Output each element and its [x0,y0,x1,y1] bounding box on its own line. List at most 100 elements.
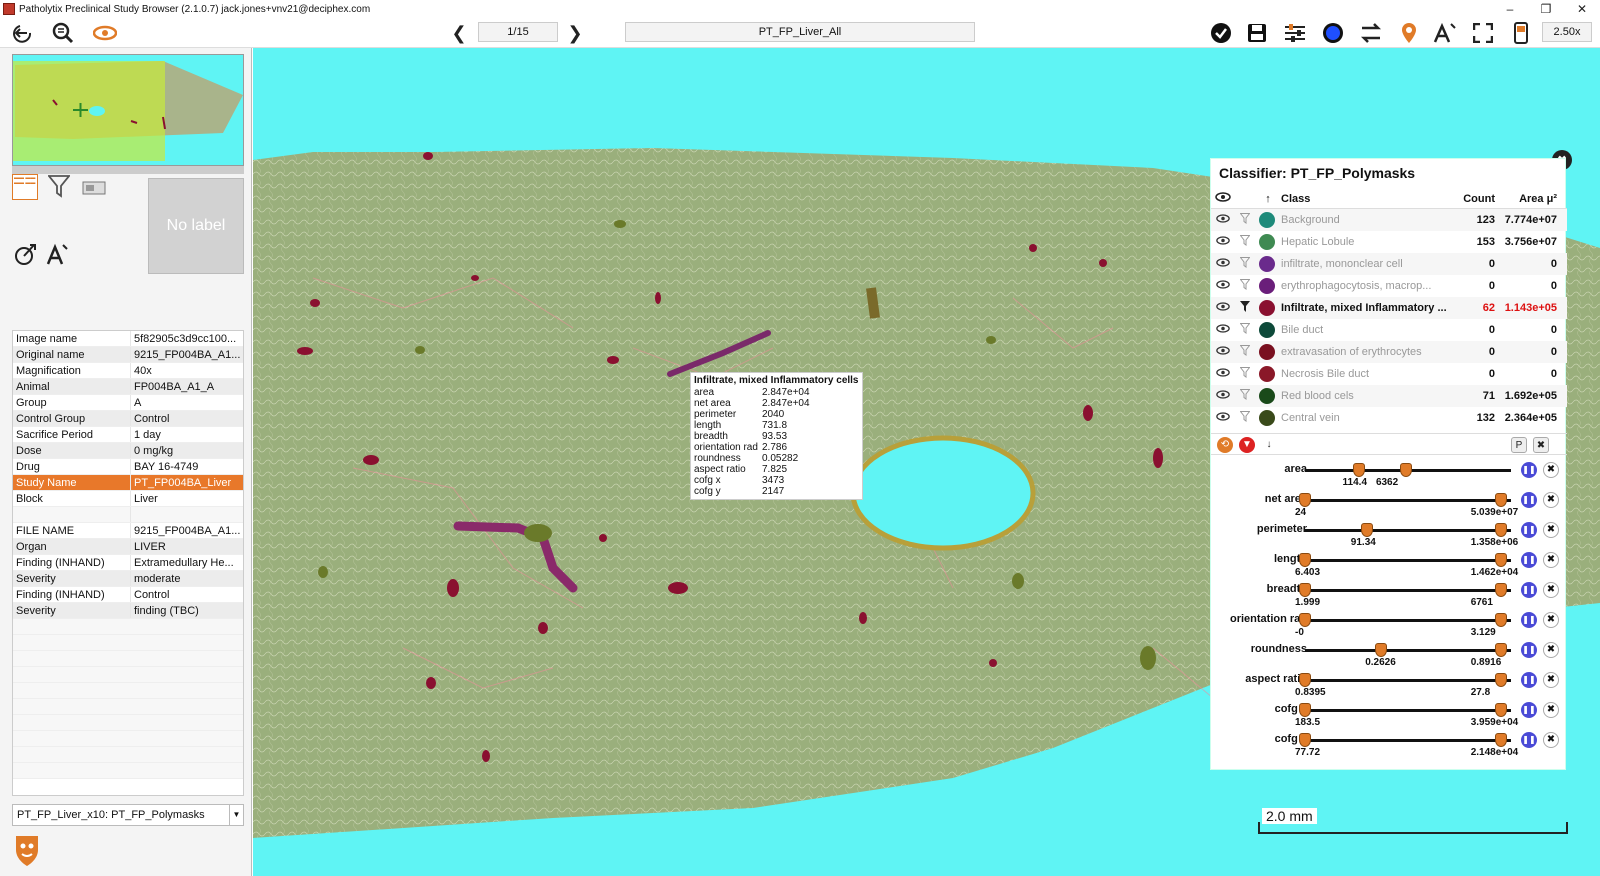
class-row[interactable]: erythrophagocytosis, macrop... 0 0 [1211,275,1567,297]
class-color-swatch[interactable] [1259,322,1275,338]
slide-overview-map[interactable] [12,54,244,166]
color-dot-icon[interactable] [1320,21,1346,45]
pause-filter-icon[interactable]: ❚❚ [1521,732,1537,748]
class-color-swatch[interactable] [1259,410,1275,426]
class-row[interactable]: Central vein 132 2.364e+05 [1211,407,1567,429]
image-list-icon[interactable]: ▬▬ ▬▬ ▬▬ ▬▬ [12,174,38,200]
metadata-row[interactable]: FILE NAME 9215_FP004BA_A1... [13,523,243,539]
area-column-header[interactable]: Area μ² [1495,193,1557,205]
metadata-row[interactable]: Finding (INHAND) Extramedullary He... [13,555,243,571]
class-filter-icon[interactable] [1235,213,1255,227]
active-filter-icon[interactable]: ▼ [1239,437,1255,453]
filter-min-handle[interactable] [1360,523,1373,537]
fullscreen-icon[interactable] [1470,21,1496,45]
remove-filter-icon[interactable]: ✖ [1543,672,1559,688]
zoom-fit-icon[interactable] [50,21,76,45]
save-icon[interactable] [1244,21,1270,45]
overview-scroll-strip[interactable] [12,166,244,174]
class-color-swatch[interactable] [1259,344,1275,360]
pause-filter-icon[interactable]: ❚❚ [1521,642,1537,658]
ai-annotate-icon[interactable] [1432,21,1458,45]
minimize-button[interactable]: – [1492,2,1528,16]
filter-slider-track[interactable] [1305,739,1511,742]
visibility-eye-icon[interactable] [1211,346,1235,358]
filter-min-handle[interactable] [1299,583,1311,597]
remove-filter-icon[interactable]: ✖ [1543,582,1559,598]
class-filter-icon[interactable] [1235,279,1255,293]
remove-filter-icon[interactable]: ✖ [1543,492,1559,508]
zoom-level-field[interactable]: 2.50x [1542,22,1592,42]
location-pin-icon[interactable] [1396,21,1422,45]
pause-filter-icon[interactable]: ❚❚ [1521,672,1537,688]
filter-max-handle[interactable] [1494,613,1507,627]
class-row[interactable]: Background 123 7.774e+07 [1211,209,1567,231]
classifier-dropdown[interactable]: PT_FP_Liver_x10: PT_FP_Polymasks ▼ [12,804,244,826]
visibility-eye-icon[interactable] [1211,390,1235,402]
pin-panel-button[interactable]: P [1511,437,1527,453]
filter-max-handle[interactable] [1494,703,1507,717]
logout-icon[interactable] [10,21,36,45]
metadata-row[interactable]: Severity moderate [13,571,243,587]
ai-tool-icon[interactable] [46,242,70,272]
class-color-swatch[interactable] [1259,366,1275,382]
image-pager[interactable]: 1/15 [478,22,558,42]
class-row[interactable]: Necrosis Bile duct 0 0 [1211,363,1567,385]
filter-min-handle[interactable] [1299,553,1311,567]
remove-filter-icon[interactable]: ✖ [1543,702,1559,718]
class-color-swatch[interactable] [1259,300,1275,316]
pause-filter-icon[interactable]: ❚❚ [1521,582,1537,598]
visibility-eye-icon[interactable] [1211,236,1235,248]
slide-label-icon[interactable] [82,178,106,201]
visibility-eye-icon[interactable] [1211,302,1235,314]
metadata-row[interactable]: Original name 9215_FP004BA_A1... [13,347,243,363]
filter-max-handle[interactable] [1494,583,1507,597]
filter-min-handle[interactable] [1299,703,1311,717]
clear-filters-button[interactable]: ✖ [1533,437,1549,453]
reset-icon[interactable]: ⟲ [1217,437,1233,453]
count-column-header[interactable]: Count [1455,193,1495,205]
metadata-row[interactable] [13,507,243,523]
eye-toggle-icon[interactable] [92,21,118,45]
filter-slider-track[interactable] [1305,679,1511,682]
arrow-down-icon[interactable]: ↓ [1261,437,1277,453]
restore-button[interactable]: ❐ [1528,2,1564,16]
previous-image-icon[interactable]: ❮ [446,21,472,45]
class-color-swatch[interactable] [1259,256,1275,272]
filter-min-handle[interactable] [1375,643,1388,657]
class-color-swatch[interactable] [1259,212,1275,228]
class-filter-icon[interactable] [1235,389,1255,403]
metadata-row[interactable]: Animal FP004BA_A1_A [13,379,243,395]
filter-slider-track[interactable] [1305,559,1511,562]
metadata-row[interactable]: Study Name PT_FP004BA_Liver [13,475,243,491]
class-filter-icon[interactable] [1235,345,1255,359]
pause-filter-icon[interactable]: ❚❚ [1521,462,1537,478]
swap-icon[interactable] [1358,21,1384,45]
pause-filter-icon[interactable]: ❚❚ [1521,492,1537,508]
filter-min-handle[interactable] [1299,493,1311,507]
metadata-row[interactable]: Block Liver [13,491,243,507]
class-filter-icon[interactable] [1235,367,1255,381]
visibility-eye-icon[interactable] [1211,368,1235,380]
class-row[interactable]: Infiltrate, mixed Inflammatory ... 62 1.… [1211,297,1567,319]
remove-filter-icon[interactable]: ✖ [1543,642,1559,658]
class-row[interactable]: Red blood cels 71 1.692e+05 [1211,385,1567,407]
chevron-down-icon[interactable]: ▼ [229,805,243,825]
metadata-row[interactable]: Dose 0 mg/kg [13,443,243,459]
class-color-swatch[interactable] [1259,234,1275,250]
class-row[interactable]: Hepatic Lobule 153 3.756e+07 [1211,231,1567,253]
class-filter-icon[interactable] [1235,323,1255,337]
filter-max-handle[interactable] [1494,733,1507,747]
filter-slider-track[interactable] [1305,649,1511,652]
metadata-row[interactable]: Sacrifice Period 1 day [13,427,243,443]
filter-min-handle[interactable] [1299,613,1311,627]
filter-icon[interactable] [47,174,71,204]
metadata-row[interactable]: Finding (INHAND) Control [13,587,243,603]
filter-max-handle[interactable] [1494,553,1507,567]
image-title-field[interactable]: PT_FP_Liver_All [625,22,975,42]
visibility-eye-icon[interactable] [1211,214,1235,226]
class-color-swatch[interactable] [1259,388,1275,404]
class-row[interactable]: infiltrate, mononclear cell 0 0 [1211,253,1567,275]
close-window-button[interactable]: ✕ [1564,2,1600,16]
metadata-row[interactable]: Group A [13,395,243,411]
visibility-eye-icon[interactable] [1211,324,1235,336]
